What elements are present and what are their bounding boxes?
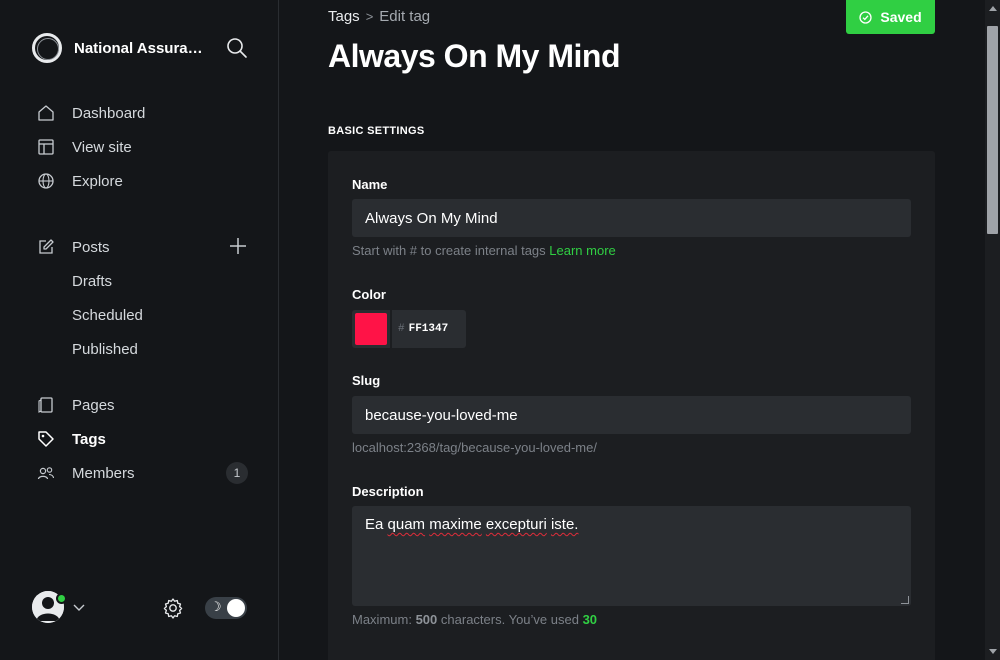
breadcrumb-current: Edit tag [379,8,431,25]
brand-name: National Assurance [74,39,209,57]
toggle-knob [227,599,245,617]
slug-input[interactable] [352,396,911,434]
color-label: Color [352,287,386,302]
globe-icon [36,171,56,191]
page-icon [36,395,56,415]
main-content: Tags > Edit tag Always On My Mind Saved … [280,0,985,660]
scroll-down-arrow-icon[interactable] [989,649,997,654]
nav-label: Tags [72,430,106,448]
moon-icon: ☽ [210,600,222,615]
description-word: quam [387,516,426,533]
brand-logo-icon [32,33,62,63]
tag-icon [36,429,56,449]
nav-item-drafts[interactable]: Drafts [36,264,252,298]
users-icon [36,463,56,483]
breadcrumb: Tags > Edit tag [328,8,430,25]
slug-label: Slug [352,373,381,388]
color-swatch-button[interactable] [352,310,390,348]
sidebar: National Assurance Dashboard View site E… [0,0,279,660]
page-title: Always On My Mind [328,38,620,74]
nav-label: Members [72,464,135,482]
breadcrumb-tags-link[interactable]: Tags [328,8,360,25]
brand[interactable]: National Assurance [32,33,209,63]
color-swatch [355,313,387,345]
page-scrollbar[interactable] [985,0,1000,660]
nav-main: Dashboard View site Explore [36,96,252,198]
hex-hash: # [398,323,405,335]
saved-label: Saved [880,9,922,25]
check-circle-icon [859,10,873,24]
nav-item-explore[interactable]: Explore [36,164,252,198]
name-hint-text: Start with # to create internal tags [352,243,546,258]
pencil-square-icon [36,237,56,257]
description-used-count: 30 [582,612,598,627]
saved-button[interactable]: Saved [846,0,935,34]
color-picker: # FF1347 [352,310,466,348]
breadcrumb-separator: > [365,9,374,24]
nav-bottom: Pages Tags Members 1 [36,388,252,490]
description-label: Description [352,484,424,499]
nav-item-view-site[interactable]: View site [36,130,252,164]
nav-label: Scheduled [72,306,143,324]
search-icon[interactable] [226,37,248,59]
nav-item-published[interactable]: Published [36,332,252,366]
layout-icon [36,137,56,157]
nav-item-scheduled[interactable]: Scheduled [36,298,252,332]
section-label: BASIC SETTINGS [328,125,425,137]
color-hex-input[interactable]: # FF1347 [392,310,466,348]
settings-card: Name Start with # to create internal tag… [328,151,935,660]
nav-label: Drafts [72,272,113,290]
scroll-up-arrow-icon[interactable] [989,6,997,11]
home-icon [36,103,56,123]
slug-url-preview: localhost:2368/tag/because-you-loved-me/ [352,440,597,455]
online-status-dot [56,593,67,604]
description-hint-prefix: Maximum: [352,612,412,627]
nav-label: Published [72,340,138,358]
nav-label: Explore [72,172,123,190]
description-word: Ea [365,516,384,533]
gear-icon[interactable] [162,597,184,619]
nav-item-tags[interactable]: Tags [36,422,252,456]
nav-item-posts[interactable]: Posts [36,230,252,264]
nav-item-dashboard[interactable]: Dashboard [36,96,252,130]
description-max: 500 [415,612,438,627]
chevron-down-icon[interactable] [72,600,86,614]
members-count-badge: 1 [226,462,248,484]
description-hint-middle: characters. You’ve used [440,612,579,627]
nav-item-pages[interactable]: Pages [36,388,252,422]
name-input[interactable] [352,199,911,237]
plus-icon[interactable] [228,236,248,256]
nav-label: Posts [72,238,110,256]
hex-value: FF1347 [408,323,449,335]
name-label: Name [352,177,388,192]
description-hint: Maximum: 500 characters. You’ve used 30 [352,612,597,627]
scroll-thumb[interactable] [987,26,998,234]
nav-posts: Posts Drafts Scheduled Published [36,230,252,366]
nav-item-members[interactable]: Members 1 [36,456,252,490]
nav-label: Pages [72,396,115,414]
description-word: iste. [550,516,579,533]
nav-label: Dashboard [72,104,146,122]
dark-mode-toggle[interactable]: ☽ [205,597,247,619]
name-hint: Start with # to create internal tags Lea… [352,243,616,258]
resize-handle[interactable] [901,596,909,604]
description-textarea[interactable]: Ea quam maxime excepturi iste. [352,506,911,606]
description-word: excepturi [485,516,547,533]
description-word: maxime [429,516,482,533]
nav-label: View site [72,138,132,156]
learn-more-link[interactable]: Learn more [549,243,615,258]
